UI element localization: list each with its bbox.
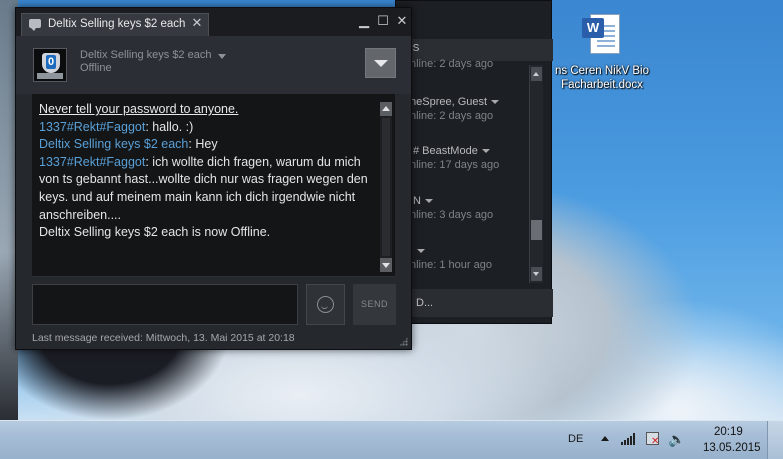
password-warning: Never tell your password to anyone. [39, 102, 239, 116]
scroll-up-icon[interactable] [380, 102, 392, 116]
desktop-icon-label: ns Ceren NikV Bio Facharbeit.docx [555, 65, 649, 91]
scroll-thumb[interactable] [531, 220, 542, 240]
friend-row-name: N [396, 194, 531, 208]
friends-scrollbar[interactable] [529, 65, 543, 283]
friend-row-status: nline: 2 days ago [410, 58, 494, 70]
avatar[interactable] [33, 48, 67, 82]
message-input[interactable] [32, 284, 298, 325]
chat-bubble-icon [29, 19, 41, 31]
chevron-down-icon[interactable] [424, 199, 433, 204]
friend-status: Offline [80, 62, 112, 74]
message-scrollbar[interactable] [380, 102, 392, 272]
emoticon-button[interactable] [306, 284, 345, 325]
minimize-icon[interactable]: ▁ [356, 13, 372, 29]
show-desktop-button[interactable] [767, 421, 783, 459]
message-list: Never tell your password to anyone. 1337… [39, 101, 374, 242]
message-sender[interactable]: 1337#Rekt#Faggot [39, 120, 145, 134]
friends-bottom-label: D... [416, 297, 434, 309]
signal-strength-icon[interactable] [621, 433, 637, 445]
message-text: : hallo. :) [145, 119, 194, 134]
chevron-down-icon[interactable] [218, 54, 226, 59]
message-sender[interactable]: 1337#Rekt#Faggot [39, 155, 145, 169]
tab-close-icon[interactable]: ✕ [191, 16, 203, 29]
friend-row-name: # BeastMode [396, 144, 531, 158]
friends-bottom-bar[interactable]: D... [396, 289, 553, 317]
chat-window: Deltix Selling keys $2 each ✕ ▁ ☐ ✕ Delt… [15, 7, 412, 350]
chevron-down-icon[interactable] [481, 149, 490, 154]
chat-tab[interactable]: Deltix Selling keys $2 each ✕ [21, 13, 209, 36]
friend-row[interactable]: nline: 1 hour ago [396, 244, 531, 284]
chat-message: 1337#Rekt#Faggot: hallo. :) [39, 119, 374, 137]
word-badge: W [582, 18, 604, 38]
chat-header: Deltix Selling keys $2 each Offline [16, 36, 411, 94]
message-text: : Hey [188, 137, 218, 152]
system-message: Deltix Selling keys $2 each is now Offli… [39, 225, 271, 240]
message-sender[interactable]: Deltix Selling keys $2 each [39, 137, 188, 151]
chat-options-button[interactable] [365, 48, 396, 78]
volume-icon[interactable]: 🔈 [668, 431, 685, 448]
scroll-down-icon[interactable] [380, 258, 392, 272]
chat-tab-label: Deltix Selling keys $2 each [48, 18, 186, 30]
network-error-icon[interactable] [646, 432, 659, 447]
show-hidden-icons-icon[interactable] [601, 436, 609, 441]
word-document-icon: W [582, 12, 622, 58]
desktop-icon-word-document[interactable]: W ns Ceren NikV Bio Facharbeit.docx [552, 12, 652, 92]
friend-row[interactable]: # BeastMode nline: 17 days ago [396, 144, 531, 184]
clock-date[interactable]: 13.05.2015 [703, 442, 761, 454]
friends-list-window: PS nline: 2 days ago neSpree, Guest nlin… [395, 0, 553, 324]
taskbar: DE 🔈 20:19 13.05.2015 [0, 420, 783, 459]
language-indicator[interactable]: DE [568, 433, 583, 445]
friend-row[interactable]: nline: 2 days ago [396, 57, 531, 97]
clock-time[interactable]: 20:19 [714, 426, 743, 438]
friend-name[interactable]: Deltix Selling keys $2 each [80, 49, 211, 61]
avatar-crest-icon [42, 53, 60, 73]
friend-row-status: nline: 17 days ago [410, 159, 500, 171]
friend-row-status: nline: 3 days ago [410, 209, 494, 221]
friend-row-status: nline: 1 hour ago [410, 259, 492, 271]
friend-row-status: nline: 2 days ago [410, 110, 494, 122]
resize-grip-icon[interactable] [399, 337, 408, 346]
scroll-up-icon[interactable] [531, 67, 542, 81]
chat-message: 1337#Rekt#Faggot: ich wollte dich fragen… [39, 154, 374, 224]
friend-row[interactable]: neSpree, Guest nline: 2 days ago [396, 95, 531, 135]
send-button[interactable]: SEND [353, 284, 396, 325]
chevron-down-icon[interactable] [491, 100, 500, 105]
friend-row-name [396, 244, 531, 258]
friend-row-name: neSpree, Guest [396, 95, 531, 109]
friend-row[interactable]: N nline: 3 days ago [396, 194, 531, 234]
chat-titlebar[interactable]: Deltix Selling keys $2 each ✕ ▁ ☐ ✕ [16, 8, 411, 36]
maximize-icon[interactable]: ☐ [375, 13, 391, 29]
last-message-timestamp: Last message received: Mittwoch, 13. Mai… [32, 332, 295, 344]
chat-message: Deltix Selling keys $2 each: Hey [39, 136, 374, 154]
scroll-down-icon[interactable] [531, 267, 542, 281]
scroll-track[interactable] [382, 118, 390, 256]
close-icon[interactable]: ✕ [394, 13, 410, 29]
chevron-down-icon[interactable] [417, 249, 425, 254]
message-history: Never tell your password to anyone. 1337… [32, 94, 395, 277]
